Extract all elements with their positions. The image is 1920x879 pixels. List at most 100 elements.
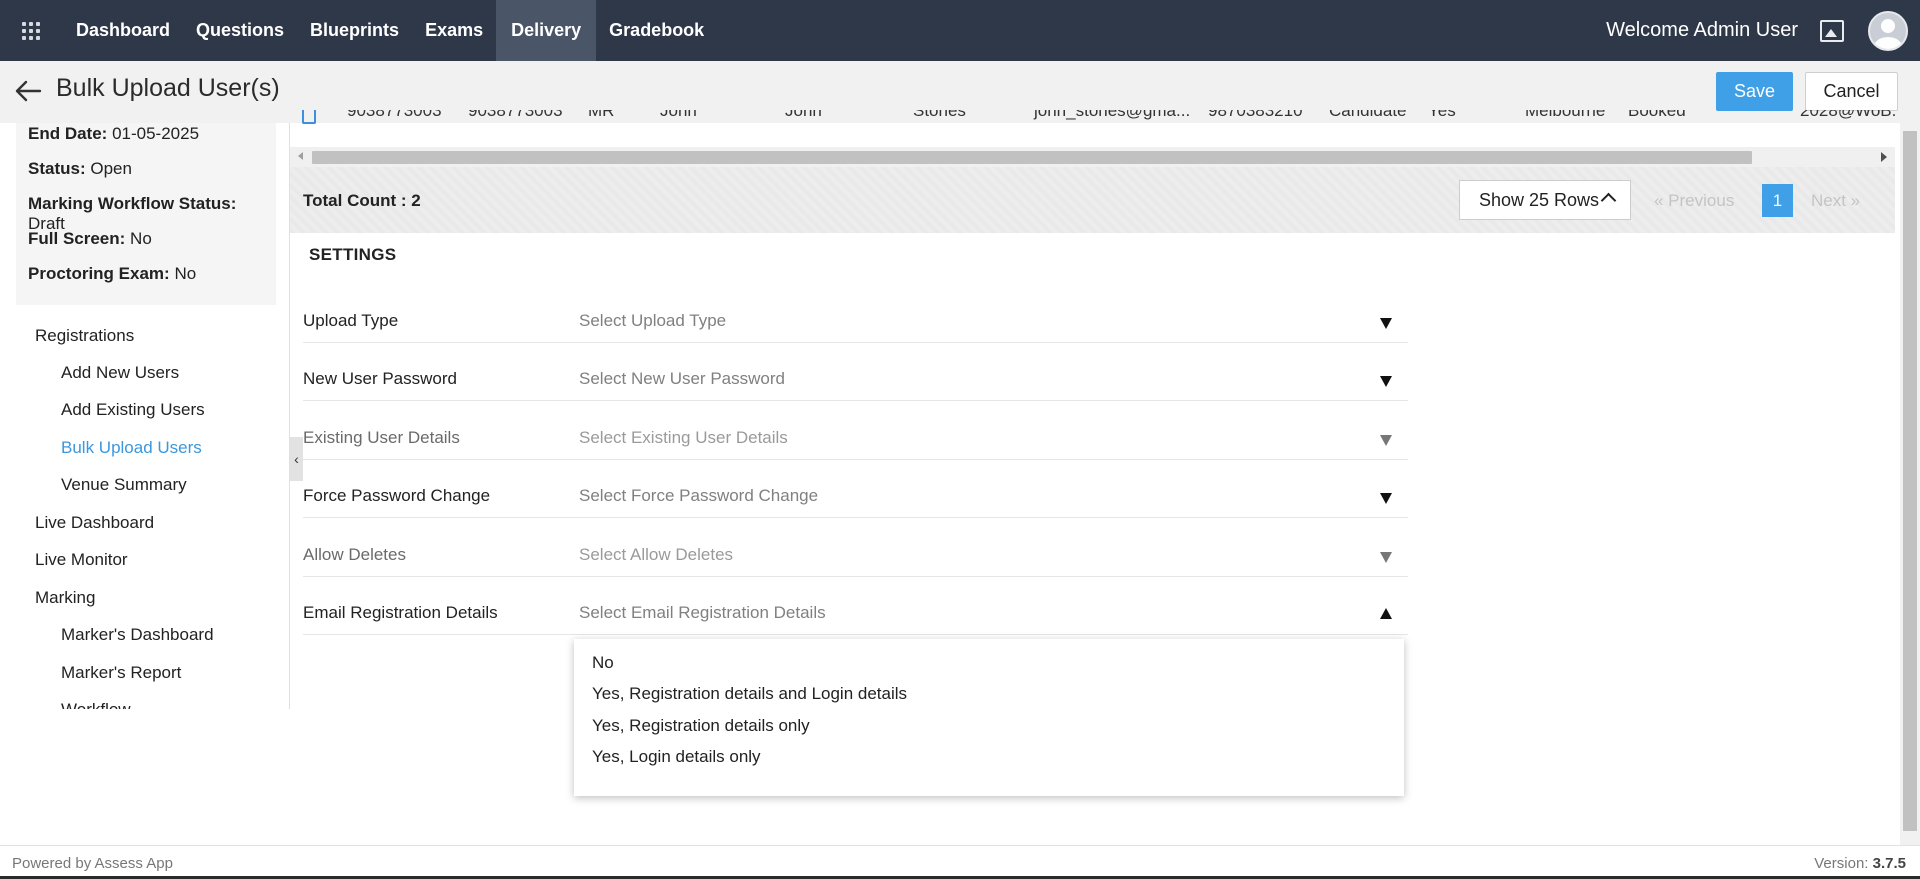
- sidebar-item-add-existing-users[interactable]: Add Existing Users: [61, 400, 205, 420]
- nav-exams[interactable]: Exams: [412, 0, 496, 61]
- avatar[interactable]: [1868, 10, 1908, 51]
- table-cell: john_stones@gma...: [1034, 110, 1191, 120]
- info-marking-workflow-status: Marking Workflow Status: Draft: [28, 194, 237, 233]
- welcome-text: Welcome Admin User: [1606, 19, 1798, 41]
- settings-heading: SETTINGS: [309, 245, 397, 264]
- sidebar-item-bulk-upload-users[interactable]: Bulk Upload Users: [61, 438, 202, 458]
- vertical-scrollbar[interactable]: [1900, 123, 1920, 845]
- allow-deletes-select: Select Allow Deletes: [576, 537, 1408, 577]
- select-placeholder: Select Upload Type: [579, 311, 727, 330]
- previous-page-link[interactable]: « Previous: [1654, 191, 1734, 211]
- info-end-date: End Date: 01-05-2025: [28, 124, 200, 143]
- setting-label: Allow Deletes: [303, 545, 406, 564]
- horizontal-scrollbar[interactable]: [290, 147, 1895, 167]
- info-proctoring-exam: Proctoring Exam: No: [28, 264, 197, 283]
- dropdown-option[interactable]: Yes, Registration details only: [592, 716, 810, 736]
- setting-label: Existing User Details: [303, 428, 460, 447]
- table-cell: Candidate: [1329, 110, 1407, 120]
- nav-dashboard[interactable]: Dashboard: [63, 0, 183, 61]
- chevron-up-icon: [1600, 192, 1617, 209]
- table-cell: 9038773003: [347, 110, 442, 120]
- force-password-change-select[interactable]: Select Force Password Change: [576, 478, 1408, 518]
- sidebar-item-workflow[interactable]: Workflow: [61, 700, 131, 709]
- sidebar-item-registrations[interactable]: Registrations: [35, 326, 134, 346]
- select-placeholder: Select Force Password Change: [579, 486, 819, 505]
- page-title: Bulk Upload User(s): [56, 74, 280, 102]
- table-cell: MR: [588, 110, 615, 120]
- scroll-right-icon[interactable]: [1881, 152, 1887, 162]
- table-cell: 9038773003: [468, 110, 563, 120]
- table-cell: Yes: [1428, 110, 1456, 120]
- footer: Powered by Assess App Version: 3.7.5: [0, 845, 1920, 879]
- select-placeholder: Select Allow Deletes: [579, 545, 734, 564]
- setting-allow-deletes: Allow Deletes Select Allow Deletes: [303, 537, 1408, 577]
- caret-down-icon: [1380, 493, 1392, 504]
- collapse-sidebar-button[interactable]: ‹: [290, 437, 303, 481]
- email-registration-details-select[interactable]: Select Email Registration Details: [576, 595, 1408, 635]
- rows-per-page-label: Show 25 Rows: [1479, 189, 1600, 210]
- save-button[interactable]: Save: [1716, 72, 1793, 111]
- info-full-screen: Full Screen: No: [28, 229, 152, 248]
- nav-questions[interactable]: Questions: [183, 0, 297, 61]
- scroll-left-icon[interactable]: [298, 152, 303, 160]
- apps-grid-icon[interactable]: [0, 0, 62, 61]
- table-cell: Stones: [913, 110, 966, 120]
- new-user-password-select[interactable]: Select New User Password: [576, 361, 1408, 401]
- sidebar-item-marking[interactable]: Marking: [35, 588, 95, 608]
- setting-label: Upload Type: [303, 311, 399, 330]
- caret-down-icon: [1380, 435, 1392, 446]
- setting-new-user-password: New User Password Select New User Passwo…: [303, 361, 1408, 401]
- setting-upload-type: Upload Type Select Upload Type: [303, 303, 1408, 343]
- chevron-left-icon: ‹: [294, 451, 299, 467]
- total-count: Total Count : 2: [303, 191, 421, 210]
- rows-per-page-select[interactable]: Show 25 Rows: [1459, 180, 1631, 220]
- upload-type-select[interactable]: Select Upload Type: [576, 303, 1408, 343]
- setting-label: New User Password: [303, 369, 457, 388]
- nav-delivery[interactable]: Delivery: [496, 0, 597, 61]
- caret-down-icon: [1380, 318, 1392, 329]
- select-placeholder: Select Existing User Details: [579, 428, 788, 447]
- sidebar-item-venue-summary[interactable]: Venue Summary: [61, 475, 187, 495]
- exam-info-box: End Date: 01-05-2025 Status: Open Markin…: [16, 123, 276, 305]
- user-area: Welcome Admin User: [1606, 0, 1920, 61]
- table-cell: Melbourne: [1525, 110, 1606, 120]
- info-status: Status: Open: [28, 159, 132, 178]
- table-cell: Booked: [1628, 110, 1686, 120]
- email-registration-dropdown: No Yes, Registration details and Login d…: [574, 639, 1404, 796]
- top-nav: Dashboard Questions Blueprints Exams Del…: [0, 0, 1920, 61]
- caret-down-icon: [1380, 376, 1392, 387]
- scrollbar-thumb[interactable]: [1903, 131, 1917, 831]
- table-cell: 9870383210: [1208, 110, 1303, 120]
- powered-by-text: Powered by Assess App: [12, 855, 173, 872]
- dropdown-option[interactable]: Yes, Login details only: [592, 747, 761, 767]
- select-placeholder: Select New User Password: [579, 369, 785, 388]
- sidebar-item-markers-report[interactable]: Marker's Report: [61, 663, 181, 683]
- dropdown-option[interactable]: Yes, Registration details and Login deta…: [592, 684, 907, 704]
- setting-label: Force Password Change: [303, 486, 491, 505]
- scrollbar-thumb[interactable]: [312, 151, 1752, 164]
- image-icon[interactable]: [1820, 19, 1844, 42]
- sidebar-item-add-new-users[interactable]: Add New Users: [61, 363, 179, 383]
- page-1-button[interactable]: 1: [1762, 184, 1793, 217]
- nav-blueprints[interactable]: Blueprints: [297, 0, 412, 61]
- row-checkbox[interactable]: [302, 110, 316, 124]
- setting-existing-user-details: Existing User Details Select Existing Us…: [303, 420, 1408, 460]
- pagination-bar: Total Count : 2 Show 25 Rows « Previous …: [290, 167, 1895, 233]
- next-page-link[interactable]: Next »: [1811, 191, 1860, 211]
- cancel-button[interactable]: Cancel: [1805, 72, 1898, 111]
- sidebar-item-markers-dashboard[interactable]: Marker's Dashboard: [61, 625, 214, 645]
- setting-email-registration-details: Email Registration Details Select Email …: [303, 595, 1408, 635]
- sidebar-item-live-monitor[interactable]: Live Monitor: [35, 550, 128, 570]
- dropdown-option[interactable]: No: [592, 653, 614, 673]
- existing-user-details-select: Select Existing User Details: [576, 420, 1408, 460]
- back-arrow-icon[interactable]: [14, 79, 42, 103]
- table-row: 9038773003 9038773003 MR John John Stone…: [290, 110, 1895, 132]
- table-cell: 2028@WoB...: [1800, 110, 1895, 120]
- select-placeholder: Select Email Registration Details: [579, 603, 826, 622]
- nav-gradebook[interactable]: Gradebook: [596, 0, 717, 61]
- version-text: Version: 3.7.5: [1814, 855, 1906, 872]
- sidebar-item-live-dashboard[interactable]: Live Dashboard: [35, 513, 154, 533]
- caret-up-icon: [1380, 608, 1392, 619]
- table-cell: John: [785, 110, 822, 120]
- table-cell: John: [660, 110, 697, 120]
